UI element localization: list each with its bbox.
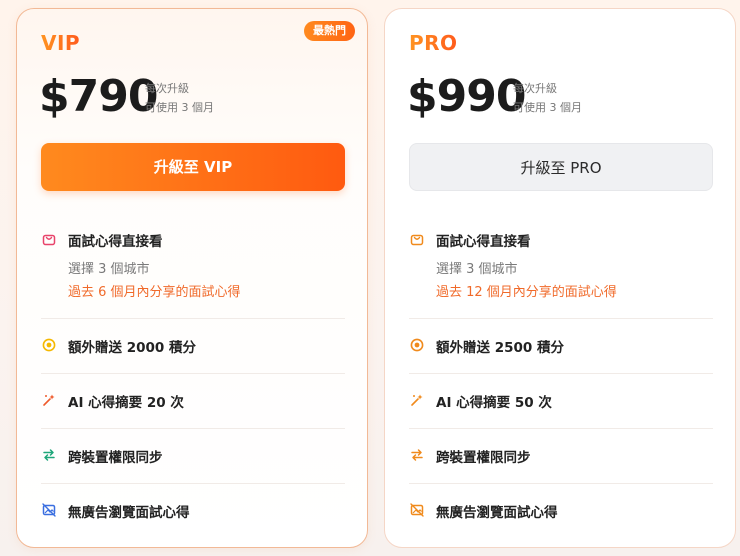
feature-item: 額外贈送 2500 積分 [409, 319, 713, 374]
feature-title: 跨裝置權限同步 [68, 450, 163, 466]
plan-card-pro: PRO $990 每次升級 可使用 3 個月 升級至 PRO 面試心得直接看 選… [384, 8, 736, 548]
price-meta: 每次升級 可使用 3 個月 [145, 79, 214, 117]
feature-title: 無廣告瀏覽面試心得 [436, 505, 558, 521]
feature-item: 面試心得直接看 選擇 3 個城市 過去 6 個月內分享的面試心得 [41, 221, 345, 319]
feature-title: 面試心得直接看 [436, 234, 531, 250]
feature-highlight: 過去 12 個月內分享的面試心得 [436, 285, 617, 300]
feature-detail: 選擇 3 個城市 [436, 262, 518, 277]
feature-title: 無廣告瀏覽面試心得 [68, 505, 190, 521]
feature-highlight: 過去 6 個月內分享的面試心得 [68, 285, 241, 300]
price-meta-line2: 可使用 3 個月 [513, 101, 582, 114]
pricing-page: 最熱門 VIP $790 每次升級 可使用 3 個月 升級至 VIP 面試心得直… [0, 0, 740, 556]
feature-title: 面試心得直接看 [68, 234, 163, 250]
feature-list: 面試心得直接看 選擇 3 個城市 過去 6 個月內分享的面試心得 額外贈送 20… [41, 221, 345, 539]
no-ads-image-icon [409, 502, 425, 518]
shopping-bag-icon [41, 231, 57, 247]
plan-name: VIP [41, 31, 81, 55]
feature-list: 面試心得直接看 選擇 3 個城市 過去 12 個月內分享的面試心得 額外贈送 2… [409, 221, 713, 539]
price-meta-line1: 每次升級 [145, 82, 189, 95]
feature-item: AI 心得摘要 50 次 [409, 374, 713, 429]
plan-price: $790 [39, 71, 158, 122]
sparkle-icon [41, 392, 57, 408]
feature-item: 面試心得直接看 選擇 3 個城市 過去 12 個月內分享的面試心得 [409, 221, 713, 319]
plan-price: $990 [407, 71, 526, 122]
feature-item: 無廣告瀏覽面試心得 [409, 484, 713, 539]
upgrade-pro-button[interactable]: 升級至 PRO [409, 143, 713, 191]
sparkle-icon [409, 392, 425, 408]
feature-item: AI 心得摘要 20 次 [41, 374, 345, 429]
coin-icon [409, 337, 425, 353]
upgrade-vip-button[interactable]: 升級至 VIP [41, 143, 345, 191]
price-meta-line1: 每次升級 [513, 82, 557, 95]
popular-badge: 最熱門 [304, 21, 355, 41]
feature-item: 跨裝置權限同步 [409, 429, 713, 484]
no-ads-image-icon [41, 502, 57, 518]
feature-item: 無廣告瀏覽面試心得 [41, 484, 345, 539]
feature-title: 額外贈送 2000 積分 [68, 340, 196, 356]
feature-item: 額外贈送 2000 積分 [41, 319, 345, 374]
feature-title: 額外贈送 2500 積分 [436, 340, 564, 356]
price-meta: 每次升級 可使用 3 個月 [513, 79, 582, 117]
feature-title: AI 心得摘要 50 次 [436, 395, 552, 411]
shopping-bag-icon [409, 231, 425, 247]
coin-icon [41, 337, 57, 353]
sync-arrows-icon [409, 447, 425, 463]
price-meta-line2: 可使用 3 個月 [145, 101, 214, 114]
sync-arrows-icon [41, 447, 57, 463]
plan-name: PRO [409, 31, 458, 55]
feature-title: AI 心得摘要 20 次 [68, 395, 184, 411]
feature-item: 跨裝置權限同步 [41, 429, 345, 484]
feature-title: 跨裝置權限同步 [436, 450, 531, 466]
plan-card-vip: 最熱門 VIP $790 每次升級 可使用 3 個月 升級至 VIP 面試心得直… [16, 8, 368, 548]
feature-detail: 選擇 3 個城市 [68, 262, 150, 277]
